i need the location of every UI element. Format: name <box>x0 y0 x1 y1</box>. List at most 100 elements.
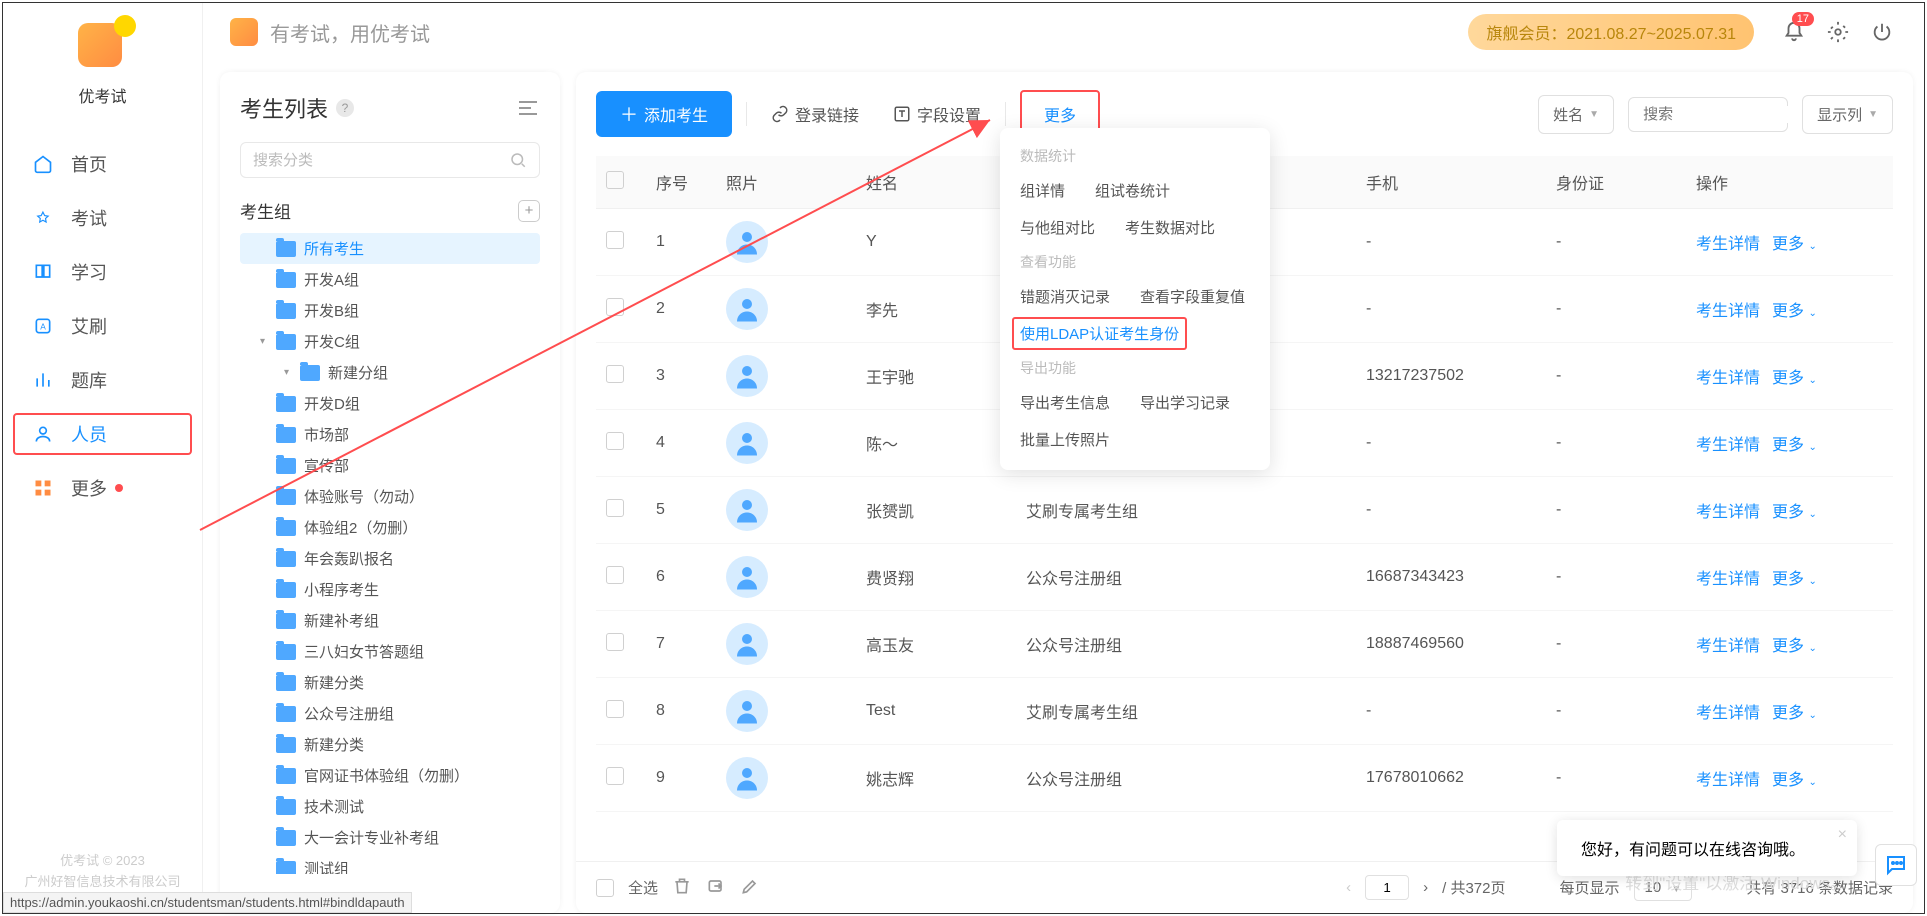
page-input[interactable] <box>1365 875 1409 900</box>
detail-link[interactable]: 考生详情 <box>1696 638 1760 655</box>
chat-icon[interactable] <box>1875 844 1917 886</box>
tree-item[interactable]: 测试组 <box>240 853 540 874</box>
chevron-down-icon: ▼ <box>1589 109 1599 120</box>
power-icon[interactable] <box>1870 20 1894 44</box>
row-checkbox[interactable] <box>606 633 624 651</box>
field-settings-button[interactable]: 字段设置 <box>883 96 991 132</box>
link-label: 登录链接 <box>795 102 859 126</box>
tree-item[interactable]: 开发B组 <box>240 295 540 326</box>
footer-select-all-checkbox[interactable] <box>596 879 614 897</box>
row-more[interactable]: 更多 ⌄ <box>1772 303 1817 320</box>
help-icon[interactable]: ? <box>336 99 354 117</box>
avatar-icon <box>726 355 768 397</box>
detail-link[interactable]: 考生详情 <box>1696 236 1760 253</box>
nav-study[interactable]: 学习 <box>3 245 202 299</box>
row-checkbox[interactable] <box>606 499 624 517</box>
dd-candidate-compare[interactable]: 考生数据对比 <box>1125 213 1215 242</box>
vip-badge[interactable]: 旗舰会员：2021.08.27~2025.07.31 <box>1468 14 1754 50</box>
bell-icon[interactable]: 17 <box>1782 20 1806 44</box>
dd-batch-upload-photos[interactable]: 批量上传照片 <box>1020 425 1110 454</box>
row-checkbox[interactable] <box>606 767 624 785</box>
dd-group-paper-stat[interactable]: 组试卷统计 <box>1095 176 1170 205</box>
nav-home[interactable]: 首页 <box>3 137 202 191</box>
row-more[interactable]: 更多 ⌄ <box>1772 772 1817 789</box>
dd-group-detail[interactable]: 组详情 <box>1020 176 1065 205</box>
tree-item[interactable]: 体验账号（勿动） <box>240 481 540 512</box>
dd-export-candidates[interactable]: 导出考生信息 <box>1020 388 1110 417</box>
row-more[interactable]: 更多 ⌄ <box>1772 236 1817 253</box>
tree-item[interactable]: ▾开发C组 <box>240 326 540 357</box>
tree-item[interactable]: 开发A组 <box>240 264 540 295</box>
select-all-checkbox[interactable] <box>606 171 624 189</box>
detail-link[interactable]: 考生详情 <box>1696 571 1760 588</box>
folder-icon <box>276 861 296 875</box>
detail-link[interactable]: 考生详情 <box>1696 705 1760 722</box>
page-next[interactable]: › <box>1423 879 1428 896</box>
detail-link[interactable]: 考生详情 <box>1696 303 1760 320</box>
show-columns-button[interactable]: 显示列▼ <box>1802 95 1893 134</box>
delete-icon[interactable] <box>672 876 692 900</box>
row-checkbox[interactable] <box>606 231 624 249</box>
nav-bank[interactable]: 题库 <box>3 353 202 407</box>
tree-item[interactable]: 小程序考生 <box>240 574 540 605</box>
row-more[interactable]: 更多 ⌄ <box>1772 638 1817 655</box>
tree-item[interactable]: 公众号注册组 <box>240 698 540 729</box>
tree-item[interactable]: 大一会计专业补考组 <box>240 822 540 853</box>
logo-icon <box>230 18 258 46</box>
group-search[interactable] <box>240 142 540 178</box>
row-checkbox[interactable] <box>606 432 624 450</box>
tree-item[interactable]: 开发D组 <box>240 388 540 419</box>
row-checkbox[interactable] <box>606 566 624 584</box>
table-search[interactable] <box>1628 97 1788 132</box>
groups-panel: 考生列表? 考生组 + 所有考生开发A组开发B组▾开发C组▾新建分组开发D组市场… <box>220 72 560 913</box>
folder-icon <box>276 737 296 753</box>
row-checkbox[interactable] <box>606 365 624 383</box>
ai-icon: A <box>33 316 53 336</box>
dd-compare-groups[interactable]: 与他组对比 <box>1020 213 1095 242</box>
tree-item[interactable]: 三八妇女节答题组 <box>240 636 540 667</box>
detail-link[interactable]: 考生详情 <box>1696 437 1760 454</box>
tree-item[interactable]: 新建分类 <box>240 729 540 760</box>
tree-item[interactable]: 所有考生 <box>240 233 540 264</box>
add-group-button[interactable]: + <box>518 200 540 222</box>
detail-link[interactable]: 考生详情 <box>1696 772 1760 789</box>
close-icon[interactable]: × <box>1838 826 1847 844</box>
collapse-icon[interactable] <box>516 96 540 120</box>
tree-item[interactable]: 新建补考组 <box>240 605 540 636</box>
add-candidate-button[interactable]: ＋添加考生 <box>596 91 732 137</box>
detail-link[interactable]: 考生详情 <box>1696 504 1760 521</box>
row-more[interactable]: 更多 ⌄ <box>1772 437 1817 454</box>
filter-field-select[interactable]: 姓名▼ <box>1538 95 1614 134</box>
row-more[interactable]: 更多 ⌄ <box>1772 705 1817 722</box>
tree-item[interactable]: 年会轰趴报名 <box>240 543 540 574</box>
dd-ldap-auth[interactable]: 使用LDAP认证考生身份 <box>1012 317 1187 350</box>
tree-item[interactable]: 宣传部 <box>240 450 540 481</box>
gear-icon[interactable] <box>1826 20 1850 44</box>
nav-more[interactable]: 更多 <box>3 461 202 515</box>
dd-duplicate-fields[interactable]: 查看字段重复值 <box>1140 282 1245 311</box>
page-prev[interactable]: ‹ <box>1346 879 1351 896</box>
tree-item[interactable]: 官网证书体验组（勿删） <box>240 760 540 791</box>
move-icon[interactable] <box>706 876 726 900</box>
login-link-button[interactable]: 登录链接 <box>761 96 869 132</box>
dd-export-study[interactable]: 导出学习记录 <box>1140 388 1230 417</box>
detail-link[interactable]: 考生详情 <box>1696 370 1760 387</box>
nav-people[interactable]: 人员 <box>3 407 202 461</box>
row-more[interactable]: 更多 ⌄ <box>1772 504 1817 521</box>
edit-icon[interactable] <box>740 876 760 900</box>
tree-item[interactable]: 新建分类 <box>240 667 540 698</box>
nav-ai[interactable]: A艾刷 <box>3 299 202 353</box>
nav-exam[interactable]: 考试 <box>3 191 202 245</box>
nav-label: 考试 <box>71 205 107 231</box>
row-checkbox[interactable] <box>606 700 624 718</box>
dd-error-records[interactable]: 错题消灭记录 <box>1020 282 1110 311</box>
row-more[interactable]: 更多 ⌄ <box>1772 571 1817 588</box>
folder-icon <box>276 396 296 412</box>
tree-item[interactable]: 技术测试 <box>240 791 540 822</box>
row-checkbox[interactable] <box>606 298 624 316</box>
tree-item[interactable]: 市场部 <box>240 419 540 450</box>
tree-item[interactable]: ▾新建分组 <box>240 357 540 388</box>
tree-item[interactable]: 体验组2（勿删） <box>240 512 540 543</box>
group-search-input[interactable] <box>253 152 509 169</box>
row-more[interactable]: 更多 ⌄ <box>1772 370 1817 387</box>
